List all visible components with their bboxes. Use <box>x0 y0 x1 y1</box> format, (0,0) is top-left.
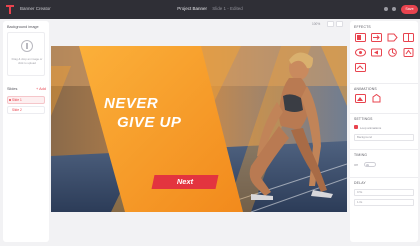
banner-editor-app: Banner Creator Project Banner Slide 1 - … <box>0 0 420 246</box>
wipe-effect-icon[interactable] <box>387 33 398 42</box>
effects-title: EFFECTS <box>354 25 371 29</box>
add-slide-button[interactable]: + Add <box>36 87 46 91</box>
right-panel: EFFECTS ANIMATIONS SETTINGS Loop animati… <box>350 21 418 242</box>
flip-effect-icon[interactable] <box>355 63 366 72</box>
next-button[interactable]: Next <box>153 175 217 189</box>
slide-effect-icon[interactable] <box>371 33 382 42</box>
upload-hint: Drag & drop an image or click to upload <box>11 57 43 65</box>
background-heading: Background image <box>7 25 39 29</box>
delay-title: DELAY <box>354 181 366 185</box>
exit-animation-icon[interactable] <box>371 94 382 103</box>
project-name[interactable]: Project Banner <box>177 6 207 11</box>
entrance-animation-icon[interactable] <box>355 94 366 103</box>
slide-canvas[interactable]: NEVER GIVE UP Next <box>51 46 347 212</box>
loop-label: Loop animations <box>360 125 382 130</box>
bounce-effect-icon[interactable] <box>403 48 414 57</box>
settings-title: SETTINGS <box>354 117 373 121</box>
redo-button[interactable] <box>336 21 343 27</box>
top-bar: Banner Creator Project Banner Slide 1 - … <box>0 0 420 19</box>
delay-field[interactable]: 0.5s <box>354 189 414 196</box>
headline-line-2[interactable]: GIVE UP <box>117 114 181 131</box>
timing-value: Off <box>354 163 358 167</box>
timing-title: TIMING <box>354 153 368 157</box>
zoom-effect-icon[interactable] <box>355 48 366 57</box>
fly-effect-icon[interactable] <box>371 48 382 57</box>
divider <box>350 113 418 114</box>
project-status: Slide 1 - Edited <box>212 6 243 11</box>
duration-field[interactable]: 1.0s <box>354 199 414 206</box>
divider <box>350 83 418 84</box>
image-upload-dropzone[interactable]: Drag & drop an image or click to upload <box>7 32 45 76</box>
loop-checkbox[interactable] <box>354 125 358 129</box>
animations-title: ANIMATIONS <box>354 87 377 91</box>
share-icon[interactable] <box>392 7 396 11</box>
active-dot-icon <box>9 99 11 101</box>
slides-heading: Slides <box>7 87 18 91</box>
zoom-level[interactable]: 100% <box>312 22 320 26</box>
divider <box>350 177 418 178</box>
preview-icon[interactable] <box>384 7 388 11</box>
headline-line-1[interactable]: NEVER <box>104 95 158 112</box>
slide-item-1[interactable]: Slide 1 <box>7 96 45 104</box>
split-effect-icon[interactable] <box>403 33 414 42</box>
slide-item-label: Slide 1 <box>12 98 22 102</box>
timing-toggle[interactable] <box>364 162 376 167</box>
upload-icon <box>21 40 33 52</box>
left-panel: Background image Drag & drop an image or… <box>3 21 49 242</box>
undo-button[interactable] <box>327 21 334 27</box>
save-button[interactable]: Save <box>401 5 418 14</box>
fade-effect-icon[interactable] <box>355 33 366 42</box>
slide-item-label: Slide 2 <box>12 108 22 112</box>
spin-effect-icon[interactable] <box>387 48 398 57</box>
divider <box>350 149 418 150</box>
project-title: Project Banner Slide 1 - Edited <box>0 6 420 11</box>
slide-item-2[interactable]: Slide 2 <box>7 106 45 114</box>
background-field[interactable]: Background <box>354 134 414 141</box>
